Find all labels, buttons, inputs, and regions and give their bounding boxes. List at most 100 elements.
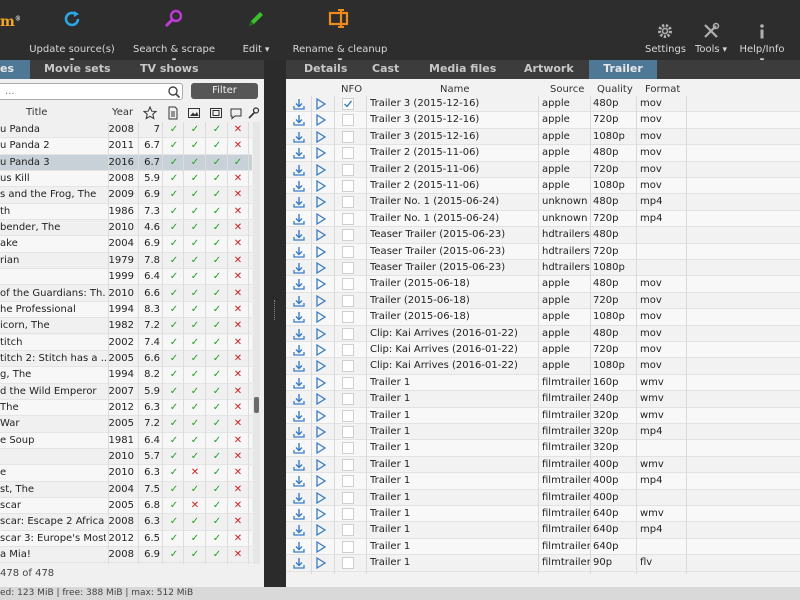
download-icon[interactable] bbox=[292, 474, 306, 488]
tab-trailer[interactable]: Trailer bbox=[589, 60, 657, 79]
movie-row[interactable]: scar 3: Europe's Most... 2012 6.5 ✓ ✓ ✓ ✕ bbox=[0, 530, 252, 548]
trailer-row[interactable]: Trailer 2 (2015-11-06) apple 1080p mov bbox=[286, 178, 800, 195]
download-icon[interactable] bbox=[292, 195, 306, 209]
play-icon[interactable] bbox=[315, 294, 327, 308]
play-icon[interactable] bbox=[315, 359, 327, 373]
download-icon[interactable] bbox=[292, 376, 306, 390]
download-icon[interactable] bbox=[292, 113, 306, 127]
trailer-row[interactable]: Trailer 1 filmtrailer 320p mp4 bbox=[286, 424, 800, 441]
splitter-grip[interactable] bbox=[274, 300, 276, 320]
artwork-icon[interactable] bbox=[187, 106, 201, 120]
tab-details[interactable]: Details bbox=[298, 60, 353, 79]
download-icon[interactable] bbox=[292, 179, 306, 193]
play-icon[interactable] bbox=[315, 179, 327, 193]
trailer-film-icon[interactable] bbox=[209, 106, 223, 120]
nfo-checkbox[interactable] bbox=[342, 393, 354, 406]
download-icon[interactable] bbox=[292, 130, 306, 144]
nfo-checkbox[interactable] bbox=[342, 163, 354, 176]
trailer-row[interactable]: Trailer 3 (2015-12-16) apple 1080p mov bbox=[286, 129, 800, 146]
trailer-row[interactable]: Trailer 1 filmtrailer 320p wmv bbox=[286, 407, 800, 424]
movie-row[interactable]: 1999 6.4 ✓ ✓ ✓ ✕ bbox=[0, 269, 252, 286]
trailer-row[interactable]: Trailer 1 filmtrailer 640p wmv bbox=[286, 506, 800, 523]
movie-list-scroll-thumb[interactable] bbox=[254, 397, 259, 413]
movie-row[interactable]: scar: Escape 2 Africa 2008 6.3 ✓ ✓ ✓ ✕ bbox=[0, 514, 252, 531]
download-icon[interactable] bbox=[292, 163, 306, 177]
play-icon[interactable] bbox=[315, 425, 327, 439]
search-scrape-button[interactable]: Search & scrape bbox=[131, 8, 217, 66]
play-icon[interactable] bbox=[315, 540, 327, 554]
download-icon[interactable] bbox=[292, 507, 306, 521]
trailer-row[interactable]: Trailer 1 filmtrailer 400p bbox=[286, 490, 800, 506]
wrench-icon[interactable] bbox=[246, 106, 260, 120]
trailer-row[interactable]: Clip: Kai Arrives (2016-01-22) apple 720p m… bbox=[286, 342, 800, 359]
nfo-checkbox[interactable] bbox=[342, 196, 354, 209]
play-icon[interactable] bbox=[315, 97, 327, 111]
trailer-row[interactable]: Trailer 1 filmtrailer 320p bbox=[286, 440, 800, 457]
nfo-column-header[interactable]: NFO bbox=[341, 84, 362, 95]
trailer-row[interactable]: Clip: Kai Arrives (2016-01-22) apple 1080p… bbox=[286, 358, 800, 375]
trailer-row[interactable]: Trailer (2015-06-18) apple 720p mov bbox=[286, 293, 800, 310]
tab-cast[interactable]: Cast bbox=[366, 60, 405, 79]
play-icon[interactable] bbox=[315, 523, 327, 537]
quality-column-header[interactable]: Quality bbox=[597, 84, 633, 95]
download-icon[interactable] bbox=[292, 228, 306, 242]
download-icon[interactable] bbox=[292, 556, 306, 570]
movie-row[interactable]: a Mia! 2008 6.9 ✓ ✓ ✓ ✕ bbox=[0, 547, 252, 564]
trailer-row[interactable]: Trailer 2 (2015-11-06) apple 720p mov bbox=[286, 162, 800, 178]
play-icon[interactable] bbox=[315, 507, 327, 521]
play-icon[interactable] bbox=[315, 261, 327, 275]
filter-button[interactable]: Filter bbox=[191, 83, 258, 99]
download-icon[interactable] bbox=[292, 392, 306, 406]
nfo-checkbox[interactable] bbox=[342, 376, 354, 389]
play-icon[interactable] bbox=[315, 212, 327, 226]
download-icon[interactable] bbox=[292, 409, 306, 423]
nfo-checkbox[interactable] bbox=[342, 344, 354, 356]
play-icon[interactable] bbox=[315, 491, 327, 505]
download-icon[interactable] bbox=[292, 540, 306, 554]
nfo-checkbox[interactable] bbox=[342, 540, 354, 553]
play-icon[interactable] bbox=[315, 327, 327, 341]
download-icon[interactable] bbox=[292, 523, 306, 537]
nfo-checkbox[interactable] bbox=[342, 442, 354, 455]
play-icon[interactable] bbox=[315, 228, 327, 242]
play-icon[interactable] bbox=[315, 195, 327, 209]
movie-row[interactable]: st, The 2004 7.5 ✓ ✓ ✓ ✕ bbox=[0, 482, 252, 498]
download-icon[interactable] bbox=[292, 327, 306, 341]
download-icon[interactable] bbox=[292, 245, 306, 259]
movie-row[interactable]: icorn, The 1982 7.2 ✓ ✓ ✓ ✕ bbox=[0, 318, 252, 335]
search-input[interactable] bbox=[0, 83, 183, 100]
download-icon[interactable] bbox=[292, 294, 306, 308]
play-icon[interactable] bbox=[315, 441, 327, 455]
trailer-row[interactable]: Trailer 2 (2015-11-06) apple 480p mov bbox=[286, 145, 800, 162]
movie-row[interactable]: g, The 1994 8.2 ✓ ✓ ✓ ✕ bbox=[0, 367, 252, 384]
title-column-header[interactable]: Title bbox=[26, 107, 47, 118]
download-icon[interactable] bbox=[292, 277, 306, 291]
play-icon[interactable] bbox=[315, 130, 327, 144]
movie-list-scrollbar[interactable] bbox=[253, 122, 260, 564]
nfo-checkbox[interactable] bbox=[342, 327, 354, 340]
trailer-row[interactable]: Clip: Kai Arrives (2016-01-22) apple 480p m… bbox=[286, 326, 800, 342]
nfo-checkbox[interactable] bbox=[342, 294, 354, 307]
download-icon[interactable] bbox=[292, 212, 306, 226]
nfo-checkbox[interactable] bbox=[342, 426, 354, 438]
nfo-checkbox[interactable] bbox=[342, 524, 354, 537]
movie-row[interactable]: titch 2002 7.4 ✓ ✓ ✓ ✕ bbox=[0, 334, 252, 351]
trailer-row[interactable]: Trailer 3 (2015-12-16) apple 480p mov bbox=[286, 96, 800, 113]
movie-row[interactable]: 2010 5.7 ✓ ✓ ✓ ✕ bbox=[0, 449, 252, 466]
play-icon[interactable] bbox=[315, 146, 327, 160]
nfo-checkbox[interactable] bbox=[342, 262, 354, 274]
tab-tv-shows[interactable]: TV shows bbox=[134, 60, 205, 79]
trailer-row[interactable]: Trailer 1 filmtrailer 640p mp4 bbox=[286, 522, 800, 539]
movie-row[interactable]: u Panda 3 2016 6.7 ✓ ✓ ✓ ✓ bbox=[0, 154, 252, 171]
play-icon[interactable] bbox=[315, 277, 327, 291]
update-sources-button[interactable]: Update source(s) bbox=[28, 8, 116, 66]
tab-movies[interactable]: es bbox=[0, 60, 30, 79]
download-icon[interactable] bbox=[292, 343, 306, 357]
trailer-row[interactable]: Teaser Trailer (2015-06-23) hdtrailers 108… bbox=[286, 260, 800, 277]
nfo-checkbox[interactable] bbox=[342, 229, 354, 242]
nfo-file-icon[interactable] bbox=[166, 106, 180, 120]
format-column-header[interactable]: Format bbox=[645, 84, 680, 95]
nfo-checkbox[interactable] bbox=[342, 278, 354, 291]
year-column-header[interactable]: Year bbox=[112, 107, 133, 118]
edit-button[interactable]: Edit bbox=[239, 8, 273, 55]
